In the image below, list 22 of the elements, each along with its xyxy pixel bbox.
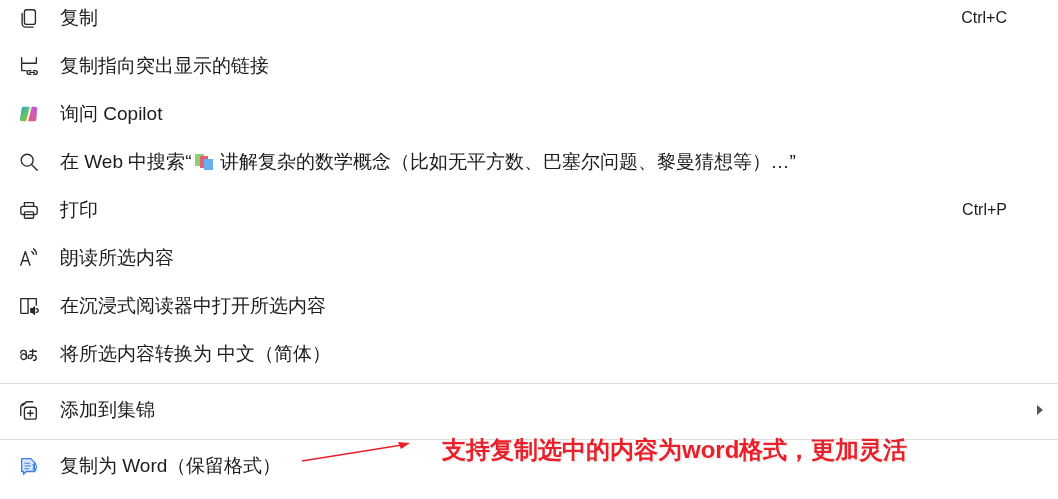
- shortcut-label: Ctrl+P: [962, 201, 1007, 219]
- collections-add-icon: [18, 399, 40, 421]
- menu-item-label[interactable]: 复制指向突出显示的链接: [60, 53, 269, 79]
- read-aloud-icon: [18, 247, 40, 269]
- search-query: 讲解复杂的数学概念（比如无平方数、巴塞尔问题、黎曼猜想等）…”: [219, 150, 796, 174]
- reader-icon: [18, 295, 40, 317]
- annotation-text: 支持复制选中的内容为word格式，更加灵活: [442, 435, 908, 465]
- menu-item-label[interactable]: 将所选内容转换为 中文（简体）: [60, 341, 332, 367]
- menu-item-label[interactable]: 在沉浸式阅读器中打开所选内容: [60, 293, 326, 319]
- printer-icon: [18, 199, 40, 221]
- menu-item-label[interactable]: 复制为 Word（保留格式）: [60, 453, 282, 479]
- link-icon: [18, 55, 40, 77]
- books-icon: [193, 153, 214, 171]
- shortcut-label: Ctrl+C: [961, 9, 1007, 27]
- menu-item-label[interactable]: 朗读所选内容: [60, 245, 174, 271]
- menu-item-label[interactable]: 在 Web 中搜索“: [60, 149, 192, 175]
- menu-item-label[interactable]: 复制: [60, 5, 98, 31]
- menu-item-label[interactable]: 询问 Copilot: [60, 101, 163, 127]
- menu-item-label[interactable]: 打印: [60, 197, 98, 223]
- menu-item-label[interactable]: 添加到集锦: [60, 397, 155, 423]
- word-copy-icon: [18, 455, 40, 477]
- search-icon: [18, 151, 40, 173]
